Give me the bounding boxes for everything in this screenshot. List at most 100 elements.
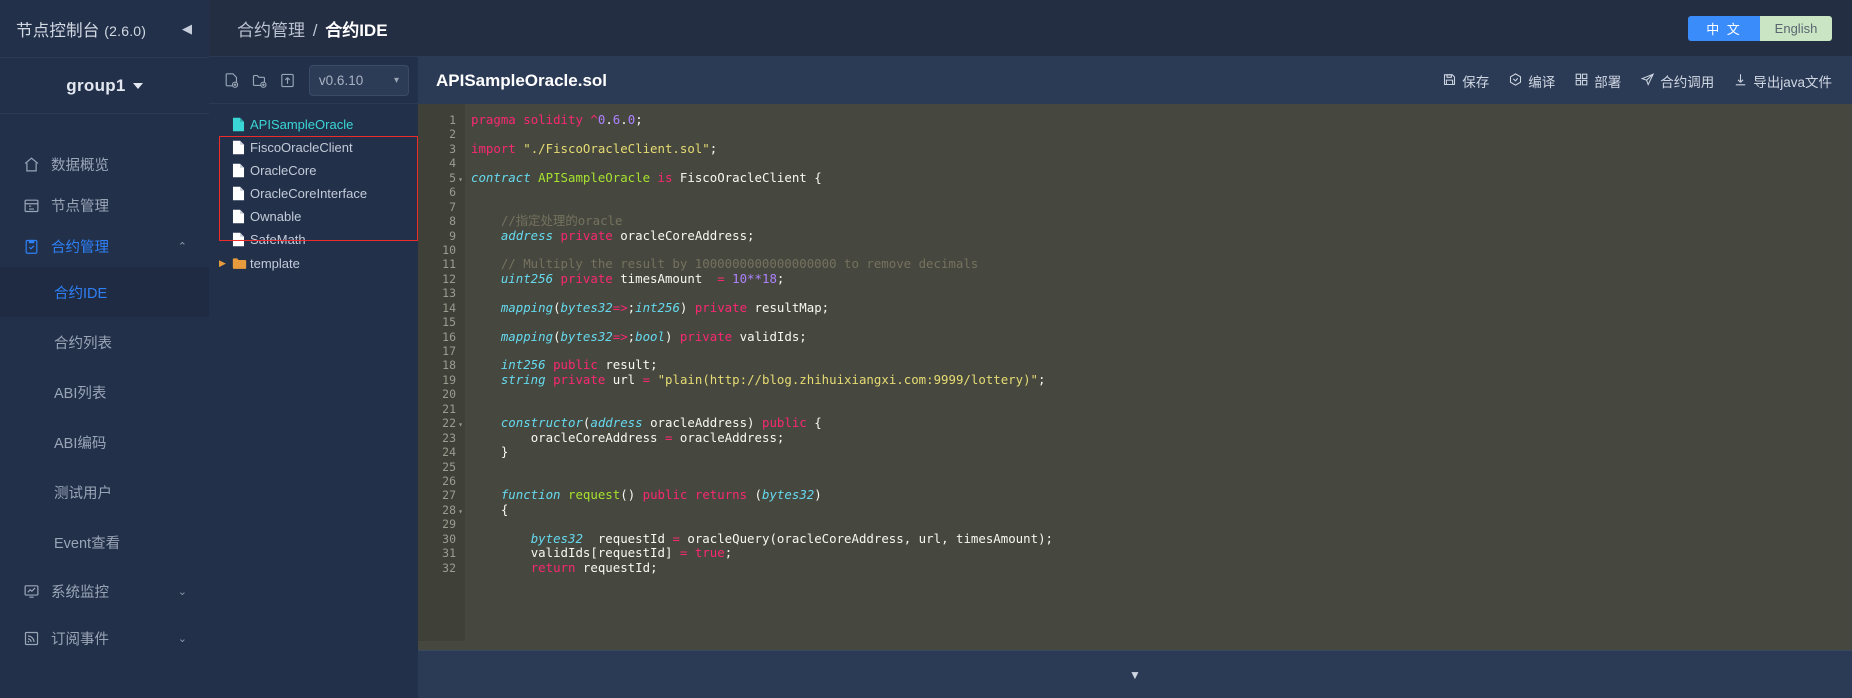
editor-bottom-mask xyxy=(418,641,1852,650)
language-button-chinese[interactable]: 中 文 xyxy=(1688,15,1760,41)
file-panel: v0.6.10 ▾ APISampleOracle FiscoOracleCli… xyxy=(209,57,418,698)
sidebar-item-contract-list[interactable]: 合约列表 xyxy=(0,317,209,367)
download-icon xyxy=(1733,72,1748,90)
upload-icon[interactable] xyxy=(273,66,301,95)
code-line: oracleCoreAddress = oracleAddress; xyxy=(530,429,785,445)
sidebar-item-label: 订阅事件 xyxy=(51,632,109,648)
line-number: 30 xyxy=(442,531,456,546)
compile-icon xyxy=(1508,72,1523,90)
main-area: 合约管理 / 合约IDE 中 文 English v0.6.10 ▾ APISa… xyxy=(209,0,1852,698)
code-line: string private url = "plain(http://blog.… xyxy=(500,371,1046,387)
new-folder-icon[interactable] xyxy=(246,66,274,95)
fold-toggle-icon[interactable]: ▾ xyxy=(458,505,463,519)
console-version: (2.6.0) xyxy=(104,22,147,39)
line-number: 26 xyxy=(442,473,456,488)
sidebar-item-subscribe-events[interactable]: 订阅事件 ⌄ xyxy=(0,618,209,659)
line-number: 29 xyxy=(442,517,456,532)
deploy-label: 部署 xyxy=(1594,74,1622,90)
line-number: 19 xyxy=(442,372,456,387)
fold-toggle-icon[interactable]: ▾ xyxy=(458,418,463,432)
code-line: uint256 private timesAmount = 10**18; xyxy=(500,270,785,286)
sidebar-item-node-management[interactable]: 节点管理 xyxy=(0,185,209,226)
line-number: 18 xyxy=(442,358,456,373)
chevron-down-icon[interactable]: ▼ xyxy=(1129,668,1141,682)
line-number: 5 ▾ xyxy=(418,171,463,185)
line-number: 6 xyxy=(449,185,456,200)
group-selector[interactable]: group1 xyxy=(0,57,209,114)
code-line: constructor(address oracleAddress) publi… xyxy=(500,415,822,431)
sidebar-subitem-label: 合约IDE xyxy=(54,285,108,302)
export-java-button[interactable]: 导出java文件 xyxy=(1733,71,1832,91)
tree-item-ownable[interactable]: Ownable xyxy=(218,205,418,228)
tree-item-apisampleoracle[interactable]: APISampleOracle xyxy=(209,113,418,136)
calendar-icon xyxy=(22,196,41,215)
sidebar-item-test-user[interactable]: 测试用户 xyxy=(0,467,209,517)
file-icon xyxy=(232,186,250,201)
tree-item-template[interactable]: ▶ template xyxy=(209,252,418,275)
fold-toggle-icon[interactable]: ▾ xyxy=(458,173,463,187)
line-number: 11 xyxy=(442,257,456,272)
new-file-icon[interactable] xyxy=(218,66,246,95)
sidebar-item-contract-management[interactable]: 合约管理 ⌃ xyxy=(0,226,209,267)
line-number: 12 xyxy=(442,271,456,286)
sidebar-item-label: 系统监控 xyxy=(51,585,109,601)
tree-item-safemath[interactable]: SafeMath xyxy=(218,228,418,251)
line-number: 1 xyxy=(449,113,456,127)
line-number: 15 xyxy=(442,315,456,330)
line-number: 28 ▾ xyxy=(418,503,463,517)
sidebar: 节点控制台 (2.6.0) ◀ group1 数据概览 节点管理 合约管理 ⌃ … xyxy=(0,0,209,698)
line-number: 20 xyxy=(442,387,456,402)
tree-item-oraclecoreinterface[interactable]: OracleCoreInterface xyxy=(218,182,418,205)
sidebar-item-abi-list[interactable]: ABI列表 xyxy=(0,367,209,417)
line-number: 27 xyxy=(442,488,456,503)
code-line: function request() public returns (bytes… xyxy=(500,487,822,503)
tree-item-label: Ownable xyxy=(250,209,302,224)
save-button[interactable]: 保存 xyxy=(1442,71,1489,91)
code-line: } xyxy=(500,444,509,460)
chevron-down-icon: ⌄ xyxy=(177,586,187,598)
code-line: pragma solidity ^0.6.0; xyxy=(471,112,643,127)
code-editor[interactable]: 1 2 3 4 5 ▾ 6 7 8 9 10 11 12 13 14 15 16 17 18 19 20 21 22 ▾ 23 2… xyxy=(418,104,1852,650)
console-title-text: 节点控制台 xyxy=(16,21,100,40)
solidity-version-select[interactable]: v0.6.10 ▾ xyxy=(308,64,409,96)
compile-button[interactable]: 编译 xyxy=(1508,71,1555,91)
tree-item-label: APISampleOracle xyxy=(250,117,354,132)
sidebar-item-contract-ide[interactable]: 合约IDE xyxy=(0,267,209,317)
sidebar-subitem-label: Event查看 xyxy=(54,535,121,552)
editor-footer: ▼ xyxy=(418,650,1852,698)
deploy-grid-icon xyxy=(1574,72,1589,90)
file-icon xyxy=(232,117,250,132)
breadcrumb-current: 合约IDE xyxy=(325,20,388,40)
chevron-down-icon: ⌄ xyxy=(177,633,187,645)
folder-icon xyxy=(232,257,250,270)
tree-item-label: FiscoOracleClient xyxy=(250,140,353,155)
tree-item-label: OracleCore xyxy=(250,163,317,178)
deploy-button[interactable]: 部署 xyxy=(1574,71,1621,91)
code-line: mapping(bytes32=>;bool) private validIds… xyxy=(500,328,807,344)
language-button-english[interactable]: English xyxy=(1760,15,1832,41)
breadcrumb-separator: / xyxy=(312,20,318,40)
sidebar-item-system-monitor[interactable]: 系统监控 ⌄ xyxy=(0,571,209,612)
code-line: return requestId; xyxy=(530,559,658,575)
contract-call-button[interactable]: 合约调用 xyxy=(1640,71,1714,91)
chevron-left-icon[interactable]: ◀ xyxy=(182,22,192,35)
tree-item-fiscooracleclient[interactable]: FiscoOracleClient xyxy=(218,136,418,159)
tree-item-oraclecore[interactable]: OracleCore xyxy=(218,159,418,182)
sidebar-item-overview[interactable]: 数据概览 xyxy=(0,144,209,185)
code-content[interactable]: pragma solidity ^0.6.0; import "./FiscoO… xyxy=(465,104,1852,650)
triangle-right-icon[interactable]: ▶ xyxy=(219,258,231,269)
sidebar-item-abi-encode[interactable]: ABI编码 xyxy=(0,417,209,467)
breadcrumb-parent[interactable]: 合约管理 xyxy=(237,21,305,40)
file-icon xyxy=(232,209,250,224)
line-number: 16 xyxy=(442,329,456,344)
topbar: 合约管理 / 合约IDE 中 文 English xyxy=(209,0,1852,57)
sidebar-item-event-view[interactable]: Event查看 xyxy=(0,517,209,567)
line-number: 8 xyxy=(449,214,456,229)
code-line: { xyxy=(500,501,509,517)
